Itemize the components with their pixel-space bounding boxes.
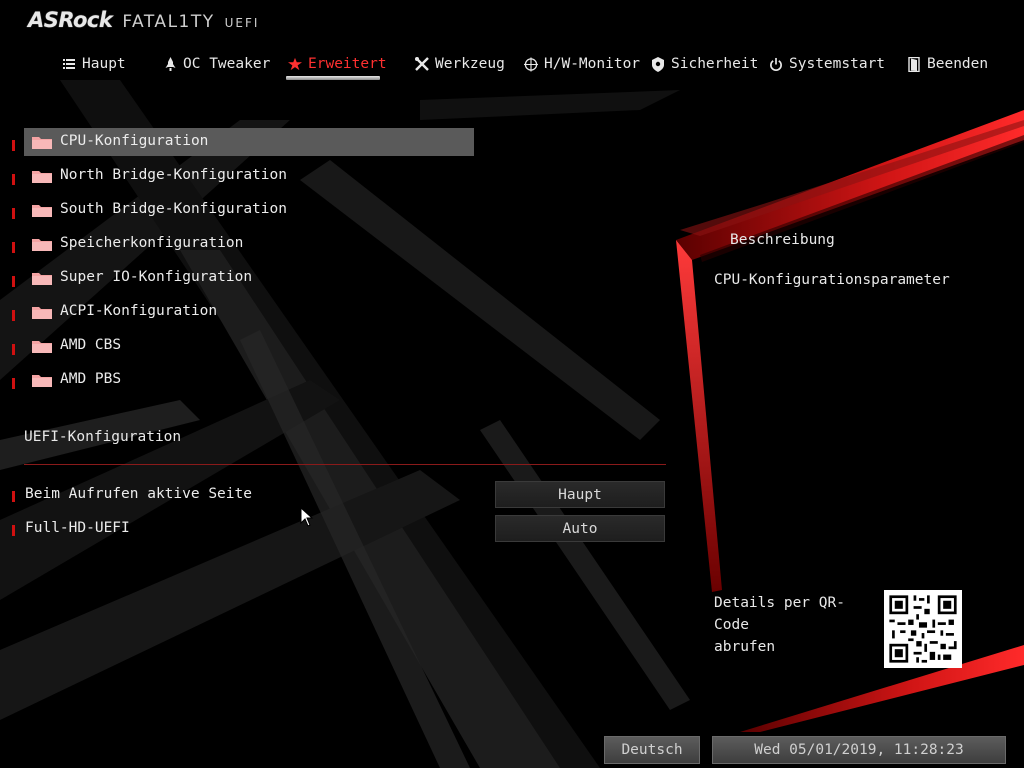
- exit-door-icon: [907, 56, 921, 72]
- language-button[interactable]: Deutsch: [604, 736, 700, 764]
- full-hd-uefi-select[interactable]: Auto: [495, 515, 665, 542]
- option-row-full-hd-uefi: Full-HD-UEFI Auto: [0, 515, 670, 543]
- item-marker: [12, 378, 15, 389]
- folder-icon: [32, 239, 52, 251]
- item-marker: [12, 242, 15, 253]
- power-icon: [769, 57, 783, 71]
- tab-label: Erweitert: [308, 56, 387, 72]
- brand-line: FATAL1TY: [122, 12, 215, 32]
- menu-item-label: AMD CBS: [60, 337, 122, 353]
- menu-item-amd-cbs[interactable]: AMD CBS: [0, 332, 480, 360]
- tab-label: Haupt: [82, 56, 126, 72]
- rocket-icon: [163, 57, 177, 71]
- menu-item-label: North Bridge-Konfiguration: [60, 167, 287, 183]
- brand-uefi: UEFI: [224, 16, 260, 30]
- folder-icon: [32, 307, 52, 319]
- advanced-menu: CPU-Konfiguration North Bridge-Konfigura…: [0, 128, 480, 400]
- tab-label: OC Tweaker: [183, 56, 271, 72]
- item-marker: [12, 525, 15, 536]
- folder-icon: [32, 375, 52, 387]
- tab-beenden[interactable]: Beenden: [907, 52, 988, 76]
- brand-name: ASRock: [28, 8, 113, 32]
- tab-label: Sicherheit: [671, 56, 759, 72]
- qr-code: [884, 590, 962, 668]
- section-divider: [24, 464, 666, 465]
- menu-item-super-io[interactable]: Super IO-Konfiguration: [0, 264, 480, 292]
- tab-oc-tweaker[interactable]: OC Tweaker: [163, 52, 270, 76]
- active-tab-indicator: [286, 76, 380, 80]
- item-marker: [12, 208, 15, 219]
- menu-item-label: Super IO-Konfiguration: [60, 269, 253, 285]
- folder-icon: [32, 341, 52, 353]
- menu-item-south-bridge[interactable]: South Bridge-Konfiguration: [0, 196, 480, 224]
- tab-erweitert[interactable]: Erweitert: [288, 52, 387, 76]
- qr-caption: Details per QR-Code abrufen: [714, 592, 879, 658]
- folder-icon: [32, 205, 52, 217]
- item-marker: [12, 491, 15, 502]
- menu-item-label: Speicherkonfiguration: [60, 235, 244, 251]
- menu-item-acpi[interactable]: ACPI-Konfiguration: [0, 298, 480, 326]
- qr-caption-line-1: Details per QR-Code: [714, 595, 845, 633]
- list-icon: [62, 57, 76, 71]
- tab-label: Systemstart: [789, 56, 886, 72]
- shield-icon: [651, 56, 665, 72]
- main-tab-bar: Haupt OC Tweaker Erweitert Werkzeug H/W-…: [0, 48, 1024, 78]
- mouse-cursor-icon: [300, 507, 314, 527]
- menu-item-label: South Bridge-Konfiguration: [60, 201, 287, 217]
- folder-icon: [32, 137, 52, 149]
- active-page-select[interactable]: Haupt: [495, 481, 665, 508]
- option-label: Beim Aufrufen aktive Seite: [25, 486, 252, 502]
- description-text: CPU-Konfigurationsparameter: [714, 272, 950, 288]
- tab-label: H/W-Monitor: [544, 56, 641, 72]
- tab-hw-monitor[interactable]: H/W-Monitor: [524, 52, 640, 76]
- tab-label: Beenden: [927, 56, 989, 72]
- tab-haupt[interactable]: Haupt: [62, 52, 126, 76]
- menu-item-speicherkonfiguration[interactable]: Speicherkonfiguration: [0, 230, 480, 258]
- folder-icon: [32, 171, 52, 183]
- asrock-fatal1ty-logo: ASRock FATAL1TY UEFI: [28, 8, 259, 38]
- menu-item-cpu-konfiguration[interactable]: CPU-Konfiguration: [0, 128, 480, 156]
- crosshair-icon: [524, 57, 538, 71]
- item-marker: [12, 344, 15, 355]
- option-label: Full-HD-UEFI: [25, 520, 130, 536]
- tab-label: Werkzeug: [435, 56, 505, 72]
- option-row-active-page: Beim Aufrufen aktive Seite Haupt: [0, 481, 670, 509]
- uefi-section-title: UEFI-Konfiguration: [24, 429, 182, 445]
- menu-item-label: AMD PBS: [60, 371, 122, 387]
- tab-sicherheit[interactable]: Sicherheit: [651, 52, 758, 76]
- tab-werkzeug[interactable]: Werkzeug: [415, 52, 505, 76]
- menu-item-amd-pbs[interactable]: AMD PBS: [0, 366, 480, 394]
- menu-item-label: CPU-Konfiguration: [60, 133, 209, 149]
- tab-systemstart[interactable]: Systemstart: [769, 52, 885, 76]
- star-icon: [288, 57, 302, 71]
- folder-icon: [32, 273, 52, 285]
- item-marker: [12, 310, 15, 321]
- item-marker: [12, 140, 15, 151]
- item-marker: [12, 276, 15, 287]
- item-marker: [12, 174, 15, 185]
- description-title: Beschreibung: [730, 232, 835, 248]
- qr-caption-line-2: abrufen: [714, 639, 776, 655]
- datetime-display: Wed 05/01/2019, 11:28:23: [712, 736, 1006, 764]
- menu-item-label: ACPI-Konfiguration: [60, 303, 218, 319]
- tools-icon: [415, 57, 429, 71]
- menu-item-north-bridge[interactable]: North Bridge-Konfiguration: [0, 162, 480, 190]
